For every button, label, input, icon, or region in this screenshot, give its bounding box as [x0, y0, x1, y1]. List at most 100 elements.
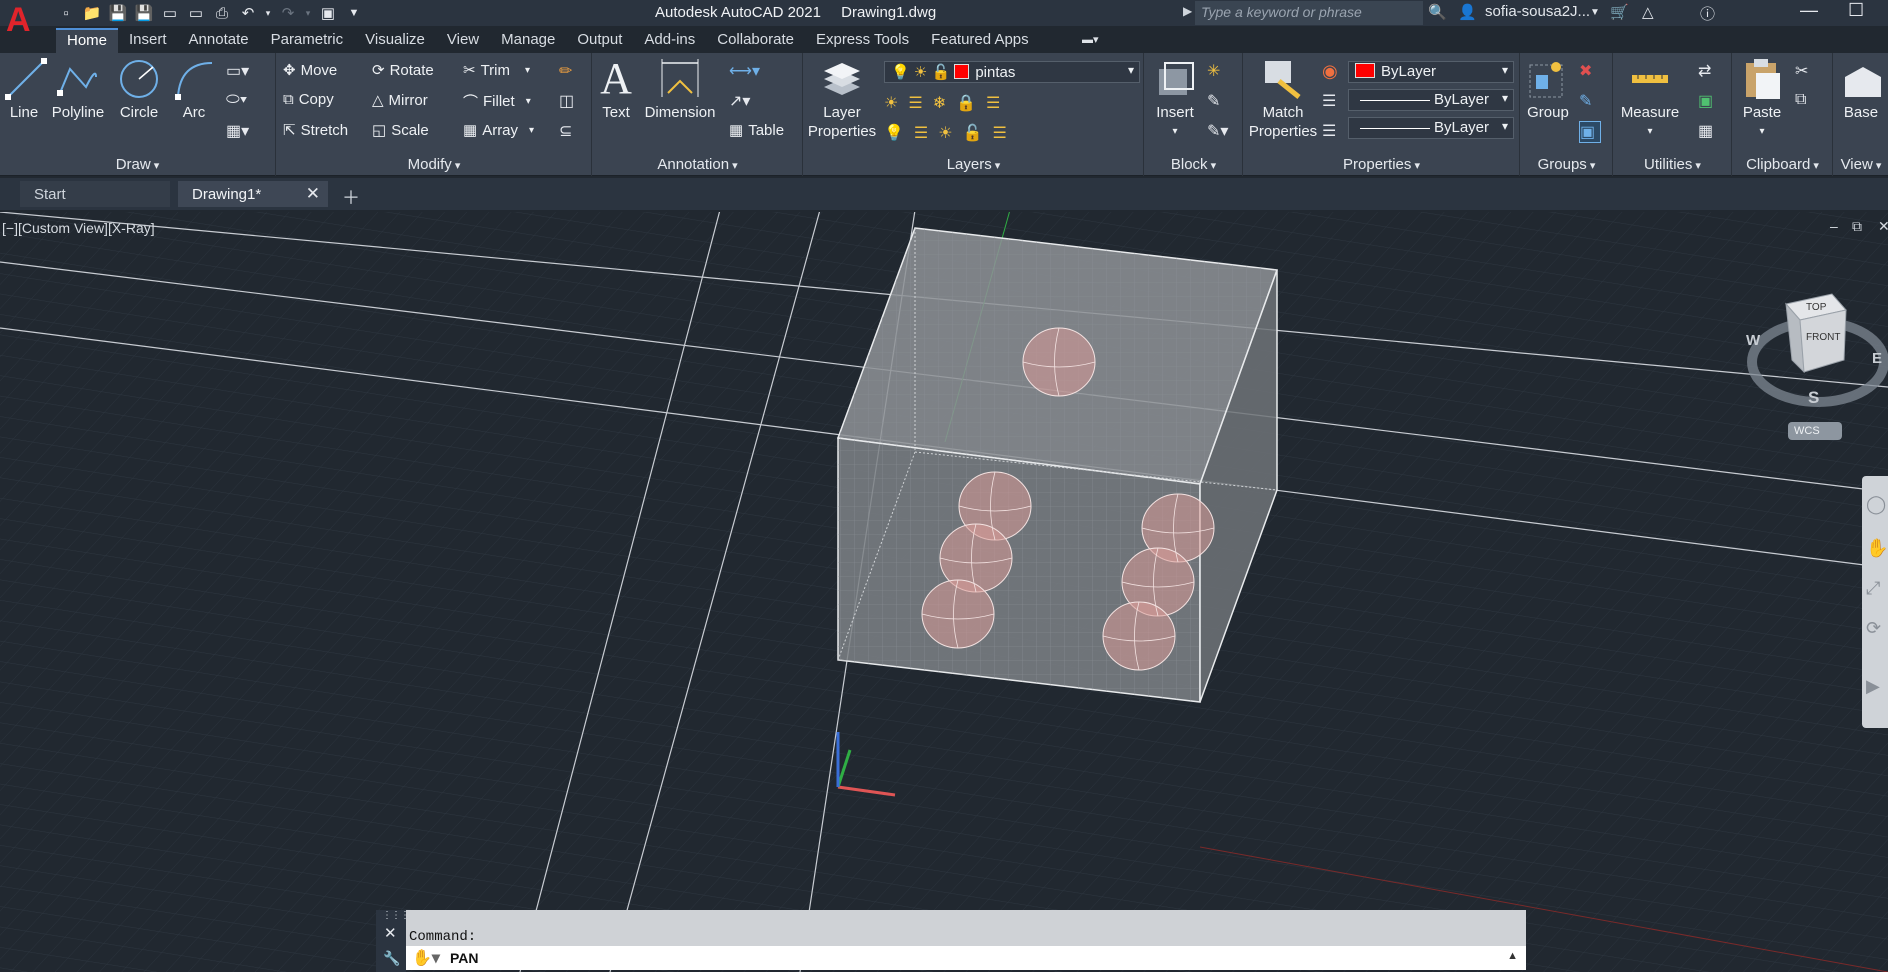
user-name[interactable]: sofia-sousa2J...: [1485, 3, 1590, 20]
layers-panel-title[interactable]: Layers: [804, 156, 1143, 173]
clipboard-panel-title[interactable]: Clipboard: [1733, 156, 1832, 173]
edit-block-icon[interactable]: ✎: [1207, 91, 1229, 113]
linear-dimension-icon[interactable]: ⟷▾: [729, 61, 760, 83]
group-button[interactable]: Group: [1525, 57, 1571, 122]
array-button[interactable]: ▦ Array ▾: [463, 121, 534, 140]
calculator-icon[interactable]: ▦: [1698, 121, 1720, 143]
tab-collaborate[interactable]: Collaborate: [706, 28, 805, 53]
tab-home[interactable]: Home: [56, 28, 119, 53]
viewcube-front-label[interactable]: FRONT: [1806, 332, 1840, 343]
make-current-icon[interactable]: ☰: [986, 93, 1000, 113]
user-icon[interactable]: 👤: [1458, 3, 1477, 21]
pan-icon[interactable]: ✋: [1866, 538, 1888, 559]
tab-view[interactable]: View: [436, 28, 490, 53]
tab-manage[interactable]: Manage: [490, 28, 566, 53]
block-panel-title[interactable]: Block: [1145, 156, 1242, 173]
command-grip-icon[interactable]: ⋮⋮⋮: [382, 910, 410, 921]
copy-button[interactable]: ⧉ Copy: [283, 91, 334, 108]
paste-dropdown-icon[interactable]: ▾: [1737, 122, 1787, 141]
fillet-dropdown-icon[interactable]: ▾: [526, 96, 531, 107]
view-panel-title[interactable]: View: [1834, 156, 1888, 173]
layer-dropdown[interactable]: 💡 ☀ 🔓 pintas ▾: [884, 61, 1140, 83]
plot-icon[interactable]: ⎙: [211, 2, 233, 24]
rotate-button[interactable]: ⟳ Rotate: [372, 61, 434, 80]
circle-button[interactable]: Circle: [116, 57, 162, 122]
redo-icon[interactable]: ↷: [277, 2, 299, 24]
trim-button[interactable]: ✂ Trim ▾: [463, 61, 530, 80]
command-history-arrow-icon[interactable]: ▲: [1507, 950, 1518, 962]
layer-freeze-icon[interactable]: ❄: [933, 93, 946, 113]
measure-button[interactable]: Measure ▾: [1614, 57, 1686, 141]
leader-icon[interactable]: ↗▾: [729, 91, 751, 113]
move-button[interactable]: ✥ Move: [283, 61, 337, 80]
polyline-button[interactable]: Polyline: [50, 57, 106, 122]
erase-icon[interactable]: ✏: [559, 61, 581, 83]
modify-panel-title[interactable]: Modify: [277, 156, 591, 173]
steering-wheel-icon[interactable]: ◯: [1866, 494, 1886, 515]
save-icon[interactable]: 💾: [107, 2, 129, 24]
mirror-button[interactable]: △ Mirror: [372, 91, 428, 110]
ellipse-icon[interactable]: ⬭▾: [226, 91, 248, 113]
dimension-button[interactable]: Dimension: [643, 57, 717, 122]
cut-icon[interactable]: ✂: [1795, 61, 1817, 83]
start-tab[interactable]: Start: [20, 181, 170, 207]
command-close-icon[interactable]: ✕: [384, 924, 397, 942]
save-as-icon[interactable]: 💾: [133, 2, 155, 24]
user-dropdown-icon[interactable]: ▼: [1590, 7, 1600, 18]
tab-express-tools[interactable]: Express Tools: [805, 28, 920, 53]
viewcube[interactable]: TOP FRONT W E S WCS: [1746, 290, 1888, 450]
search-icon[interactable]: 🔍: [1428, 3, 1447, 21]
measure-dropdown-icon[interactable]: ▾: [1614, 122, 1686, 141]
tab-parametric[interactable]: Parametric: [260, 28, 355, 53]
offset-icon[interactable]: ⊆: [559, 121, 581, 143]
layer-unlock-all-icon[interactable]: 🔓: [963, 123, 983, 143]
table-button[interactable]: ▦ Table: [729, 121, 784, 140]
cart-icon[interactable]: 🛒: [1610, 3, 1629, 21]
array-dropdown-icon[interactable]: ▾: [529, 125, 534, 136]
utilities-panel-title[interactable]: Utilities: [1614, 156, 1731, 173]
insert-button[interactable]: Insert ▾: [1149, 57, 1201, 141]
command-customize-icon[interactable]: 🔧: [383, 950, 400, 967]
wcs-menu-label[interactable]: WCS: [1794, 425, 1820, 437]
viewcube-top-label[interactable]: TOP: [1806, 302, 1826, 313]
quick-select-icon[interactable]: ⇄: [1698, 61, 1720, 83]
viewport-close-icon[interactable]: ✕: [1878, 218, 1888, 235]
search-input[interactable]: Type a keyword or phrase: [1195, 1, 1423, 25]
edit-attributes-icon[interactable]: ✎▾: [1207, 121, 1229, 143]
save-web-icon[interactable]: ▭: [185, 2, 207, 24]
search-expand-icon[interactable]: ▶: [1183, 4, 1192, 18]
properties-panel-title[interactable]: Properties: [1244, 156, 1519, 173]
redo-dropdown-icon[interactable]: ▾: [303, 2, 313, 24]
scale-button[interactable]: ◱ Scale: [372, 121, 429, 140]
lineweight-dropdown[interactable]: ByLayer ▾: [1348, 89, 1514, 111]
undo-dropdown-icon[interactable]: ▾: [263, 2, 273, 24]
showmotion-icon[interactable]: ▶: [1866, 676, 1880, 697]
viewport-controls-label[interactable]: [−][Custom View][X-Ray]: [2, 220, 155, 236]
viewport-minimize-icon[interactable]: –: [1830, 218, 1838, 234]
draw-panel-title[interactable]: Draw: [0, 156, 275, 173]
select-all-icon[interactable]: ▣: [1698, 91, 1720, 113]
drawing-tab[interactable]: Drawing1* ✕: [178, 181, 328, 207]
rectangle-icon[interactable]: ▭▾: [226, 61, 249, 83]
insert-dropdown-icon[interactable]: ▾: [1149, 122, 1201, 141]
command-input[interactable]: ✋▾ PAN ▲: [406, 946, 1526, 970]
match-properties-button[interactable]: Match Properties: [1246, 57, 1320, 141]
layer-match-icon[interactable]: ☰: [993, 123, 1007, 143]
qat-customize-icon[interactable]: ▼: [343, 2, 365, 24]
compass-south-label[interactable]: S: [1808, 388, 1819, 408]
copy-clip-icon[interactable]: ⧉: [1795, 91, 1817, 113]
new-tab-icon[interactable]: ＋: [342, 184, 360, 210]
tab-output[interactable]: Output: [566, 28, 633, 53]
layer-thaw-all-icon[interactable]: ☀: [938, 123, 952, 143]
layer-off-icon[interactable]: ☀: [884, 93, 898, 113]
fillet-button[interactable]: ⌒ Fillet ▾: [463, 91, 531, 112]
help-icon[interactable]: ⓘ: [1700, 3, 1715, 24]
layer-properties-button[interactable]: Layer Properties: [806, 57, 878, 141]
orbit-icon[interactable]: ⟳: [1866, 618, 1881, 639]
compass-east-label[interactable]: E: [1872, 350, 1882, 367]
explode-icon[interactable]: ◫: [559, 91, 581, 113]
workspace-icon[interactable]: ▣: [317, 2, 339, 24]
group-edit-icon[interactable]: ✎: [1579, 91, 1601, 113]
ribbon-minimize-icon[interactable]: ▬▾: [1082, 33, 1106, 46]
compass-west-label[interactable]: W: [1746, 332, 1760, 349]
